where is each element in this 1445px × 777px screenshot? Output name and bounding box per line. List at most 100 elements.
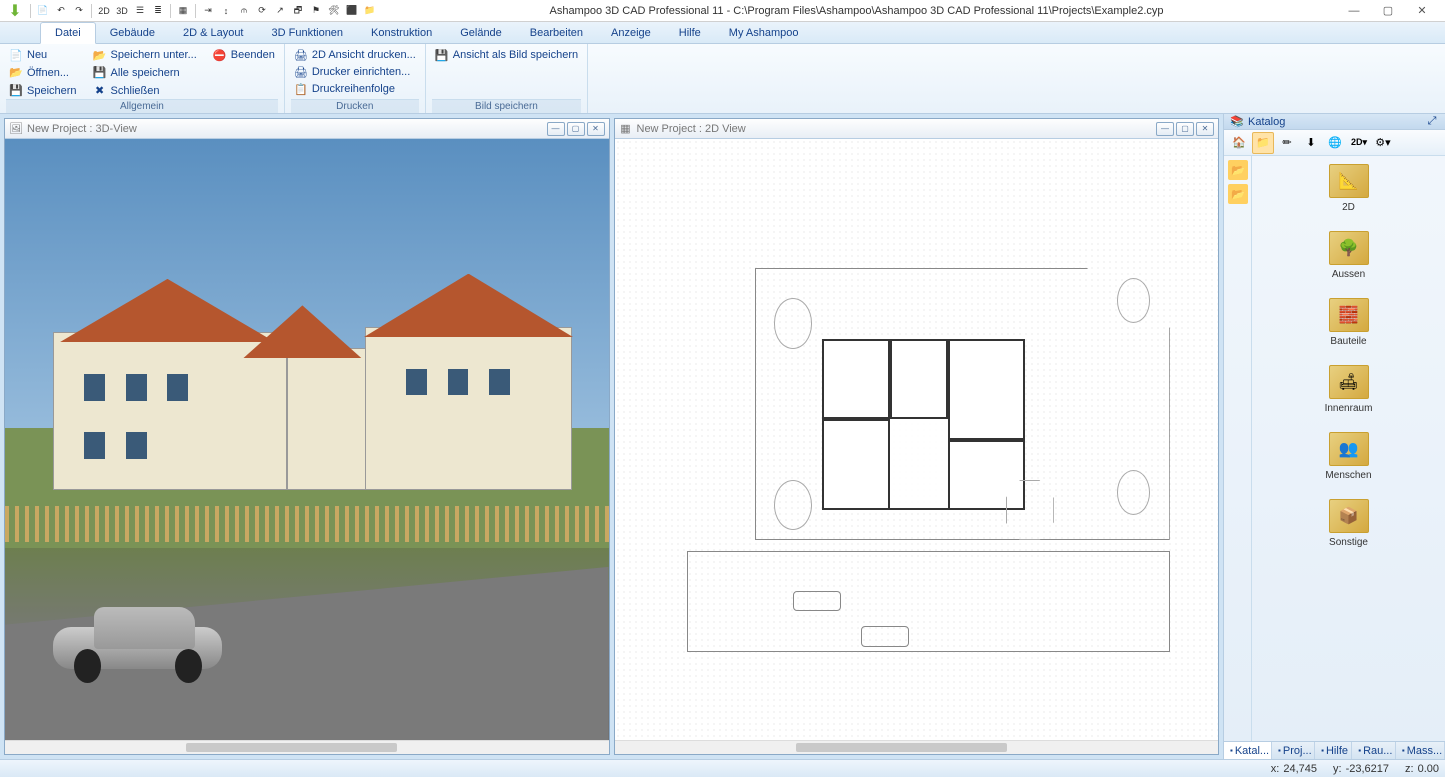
close-button[interactable]: ✕	[1409, 1, 1435, 21]
tab-gebaeude[interactable]: Gebäude	[96, 22, 169, 43]
view-2d-close[interactable]: ✕	[1196, 122, 1214, 136]
ribbon-speichern[interactable]: 💾 Speichern	[6, 82, 80, 99]
qa-tool-k[interactable]: ⬛	[344, 3, 360, 19]
status-x: x: 24,745	[1271, 763, 1317, 775]
tab-myashampoo[interactable]: My Ashampoo	[715, 22, 813, 43]
ribbon-beenden[interactable]: ⛔Beenden	[210, 47, 278, 64]
catalog-sidebar: 📚 Katalog ⤢ 🏠 📁 ✏ ⬇ 🌐 2D▾ ⚙▾ 📂 📂 📐2D🌳Aus…	[1223, 114, 1445, 759]
view-2d-viewport[interactable]	[615, 139, 1219, 740]
catalog-rail-b[interactable]: 📂	[1228, 184, 1248, 204]
ribbon-neu[interactable]: 📄 Neu	[6, 47, 80, 64]
ribbon-schliessen[interactable]: ✖Schließen	[90, 82, 200, 99]
catalog-tool-c[interactable]: 🌐	[1324, 132, 1346, 154]
speichern-label: Speichern	[27, 85, 77, 97]
sidebar-tab-4[interactable]: ▪Mass...	[1396, 742, 1445, 759]
qa-tool-c[interactable]: ⇥	[200, 3, 216, 19]
catalog-tool-b[interactable]: ⬇	[1300, 132, 1322, 154]
tab-datei[interactable]: Datei	[40, 22, 96, 44]
catalog-tool-home[interactable]: 🏠	[1228, 132, 1250, 154]
tab-3dfunktionen[interactable]: 3D Funktionen	[258, 22, 358, 43]
maximize-button[interactable]: ▢	[1375, 1, 1401, 21]
sidebar-tab-icon-2: ▪	[1321, 746, 1324, 755]
catalog-item-bauteile[interactable]: 🧱Bauteile	[1319, 298, 1379, 347]
qa-tool-b[interactable]: ≣	[150, 3, 166, 19]
view-3d-title-text: New Project : 3D-View	[27, 123, 137, 135]
catalog-body: 📂 📂 📐2D 🌳Aussen 🧱Bauteile 🛋Innenraum 👥 Mensch…	[1224, 156, 1445, 741]
qa-tool-g[interactable]: ↗	[272, 3, 288, 19]
druckreihenfolge-icon: 📋	[294, 82, 308, 96]
ribbon-druckreihenfolge[interactable]: 📋Druckreihenfolge	[291, 81, 419, 97]
ribbon-2d-drucken[interactable]: 🖨2D Ansicht drucken...	[291, 47, 419, 63]
qa-3d[interactable]: 3D	[114, 3, 130, 19]
speichern-icon: 💾	[9, 84, 23, 98]
catalog-tool-a[interactable]: ✏	[1276, 132, 1298, 154]
catalog-expand-icon[interactable]: ⤢	[1425, 115, 1439, 129]
qa-redo[interactable]: ↷	[71, 3, 87, 19]
neu-icon: 📄	[9, 48, 23, 62]
sidebar-tab-icon-3: ▪	[1358, 746, 1361, 755]
qa-tool-a[interactable]: ☰	[132, 3, 148, 19]
qa-grid[interactable]: ▦	[175, 3, 191, 19]
tab-bearbeiten[interactable]: Bearbeiten	[516, 22, 597, 43]
sidebar-tab-2[interactable]: ▪Hilfe	[1315, 742, 1352, 759]
qa-2d[interactable]: 2D	[96, 3, 112, 19]
qa-tool-h[interactable]: 🗗	[290, 3, 306, 19]
view-2d-scrollbar[interactable]	[615, 740, 1219, 754]
ribbon-ansicht-bild-speichern[interactable]: 💾Ansicht als Bild speichern	[432, 47, 581, 63]
qa-tool-f[interactable]: ⟳	[254, 3, 270, 19]
qa-tool-e[interactable]: ⫙	[236, 3, 252, 19]
tab-anzeige[interactable]: Anzeige	[597, 22, 665, 43]
qa-tool-j[interactable]: 🛠	[326, 3, 342, 19]
sidebar-tab-icon-0: ▪	[1230, 746, 1233, 755]
view-3d-titlebar: 🖼 New Project : 3D-View — ▢ ✕	[5, 119, 609, 139]
catalog-icon: 📚	[1230, 115, 1244, 129]
catalog-tool-d[interactable]: ⚙▾	[1372, 132, 1394, 154]
ribbon-oeffnen[interactable]: 📂Öffnen...	[6, 65, 80, 82]
view-3d-title: 🖼 New Project : 3D-View	[9, 122, 547, 136]
catalog-thumb-2d: 📐	[1329, 164, 1369, 198]
catalog-tool-folder[interactable]: 📁	[1252, 132, 1274, 154]
tab-hilfe[interactable]: Hilfe	[665, 22, 715, 43]
view-3d-minimize[interactable]: —	[547, 122, 565, 136]
catalog-item-sonstige[interactable]: 📦Sonstige	[1319, 499, 1379, 548]
ribbon-drucker-einrichten[interactable]: 🖨Drucker einrichten...	[291, 64, 419, 80]
catalog-toolbar: 🏠 📁 ✏ ⬇ 🌐 2D▾ ⚙▾	[1224, 130, 1445, 156]
workspace: 🖼 New Project : 3D-View — ▢ ✕	[0, 114, 1445, 759]
minimize-button[interactable]: —	[1341, 1, 1367, 21]
tab-gelaende[interactable]: Gelände	[446, 22, 516, 43]
view-3d-maximize[interactable]: ▢	[567, 122, 585, 136]
status-y-value: -23,6217	[1346, 763, 1389, 775]
qa-new[interactable]: 📄	[35, 3, 51, 19]
sidebar-tab-3[interactable]: ▪Rau...	[1352, 742, 1396, 759]
catalog-label-menschen: Menschen	[1325, 470, 1371, 481]
tab-konstruktion[interactable]: Konstruktion	[357, 22, 446, 43]
qa-tool-i[interactable]: ⚑	[308, 3, 324, 19]
qa-tool-l[interactable]: 📁	[362, 3, 378, 19]
view-3d-close[interactable]: ✕	[587, 122, 605, 136]
sidebar-tab-1[interactable]: ▪Proj...	[1272, 742, 1315, 759]
catalog-tool-2d[interactable]: 2D▾	[1348, 132, 1370, 154]
catalog-rail-a[interactable]: 📂	[1228, 160, 1248, 180]
qa-app[interactable]: ⬇	[4, 1, 26, 21]
sidebar-tab-0[interactable]: ▪Katal...	[1224, 742, 1272, 759]
qa-undo[interactable]: ↶	[53, 3, 69, 19]
status-z-value: 0.00	[1418, 763, 1439, 775]
catalog-item-2d[interactable]: 📐2D	[1319, 164, 1379, 213]
view-2d-minimize[interactable]: —	[1156, 122, 1174, 136]
catalog-thumb-bauteile: 🧱	[1329, 298, 1369, 332]
catalog-item-aussen[interactable]: 🌳Aussen	[1319, 231, 1379, 280]
catalog-thumb-menschen: 👥	[1329, 432, 1369, 466]
ribbon-alle-speichern[interactable]: 💾Alle speichern	[90, 65, 200, 82]
ribbon-speichern-unter[interactable]: 📂Speichern unter...	[90, 47, 200, 64]
catalog-item-innenraum[interactable]: 🛋Innenraum	[1319, 365, 1379, 414]
view-3d-viewport[interactable]	[5, 139, 609, 740]
ribbon-group-0: 📄 Neu 📂Speichern unter... ⛔Beenden 📂Öffnen..…	[0, 44, 285, 113]
catalog-item-menschen[interactable]: 👥 Menschen	[1319, 432, 1379, 481]
tab-2dlayout[interactable]: 2D & Layout	[169, 22, 258, 43]
view-3d-panel: 🖼 New Project : 3D-View — ▢ ✕	[4, 118, 610, 755]
neu-label: Neu	[27, 49, 47, 61]
view-3d-scrollbar[interactable]	[5, 740, 609, 754]
render-3d	[5, 139, 609, 740]
qa-tool-d[interactable]: ↕	[218, 3, 234, 19]
view-2d-maximize[interactable]: ▢	[1176, 122, 1194, 136]
